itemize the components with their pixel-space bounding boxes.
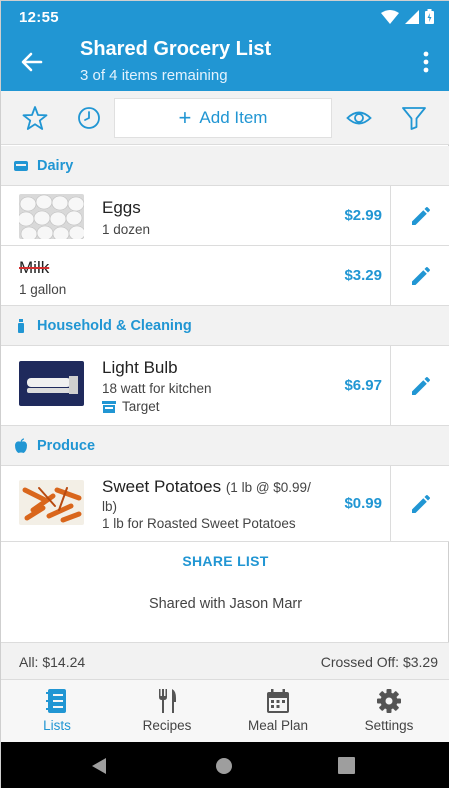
nav-settings[interactable]: Settings [333,680,445,742]
item-unit-price-cont: lb) [102,499,118,514]
shared-with-text: Shared with Jason Marr [148,596,303,612]
category-name: Produce [37,437,96,454]
item-unit-price: (1 lb @ $0.99/ [225,480,311,495]
pencil-icon [411,494,430,513]
item-name: Milk [19,258,50,277]
nav-label: Lists [43,718,71,733]
item-name: Light Bulb [102,358,178,377]
store-name: Target [122,399,160,414]
nav-label: Settings [364,718,414,733]
edit-button[interactable] [390,346,449,425]
category-header-produce[interactable]: Produce [1,426,449,466]
system-back-icon[interactable] [91,757,107,775]
item-note: 1 lb for Roasted Sweet Potatoes [102,516,296,531]
item-name: Eggs [102,198,141,217]
list-toolbar: + Add Item [1,91,449,145]
light-bulb-photo [19,361,84,406]
add-item-button[interactable]: + Add Item [114,98,332,138]
plus-icon: + [178,105,192,130]
item-name-block: Sweet Potatoes (1 lb @ $0.99/ lb) [102,478,327,516]
list-item-eggs[interactable]: Eggs 1 dozen $2.99 [1,186,449,246]
list-item-sweet-potatoes[interactable]: Sweet Potatoes (1 lb @ $0.99/ lb) 1 lb f… [1,466,449,542]
system-nav-bar [1,742,449,788]
item-price: $6.97 [344,377,382,394]
eggs-photo [19,194,84,239]
system-recents-icon[interactable] [338,757,355,774]
star-icon[interactable] [22,105,48,131]
total-crossed-off: Crossed Off: $3.29 [320,654,438,670]
calendar-icon [267,689,289,713]
category-name: Household & Cleaning [37,317,192,334]
gear-icon [377,689,401,713]
nav-lists[interactable]: Lists [1,680,113,742]
edit-button[interactable] [390,246,449,305]
store-icon [102,400,116,413]
battery-icon [425,9,434,24]
edit-button[interactable] [390,186,449,245]
eye-icon[interactable] [346,105,372,131]
status-icons [381,9,434,24]
items-remaining: 3 of 4 items remaining [80,67,228,84]
list-item-light-bulb[interactable]: Light Bulb 18 watt for kitchen Target $6… [1,346,449,426]
page-title: Shared Grocery List [80,38,272,60]
wifi-icon [381,9,399,24]
total-all: All: $14.24 [19,654,86,670]
app-screen: 12:55 Shared Grocery List 3 of 4 items r… [0,0,449,788]
nav-recipes[interactable]: Recipes [111,680,223,742]
list-item-milk[interactable]: Milk 1 gallon $3.29 [1,246,449,306]
nav-meal-plan[interactable]: Meal Plan [222,680,334,742]
more-vert-icon[interactable] [422,49,430,75]
item-price: $2.99 [344,207,382,224]
lists-icon [46,689,66,713]
signal-icon [405,9,419,24]
edit-button[interactable] [390,466,449,541]
item-store: Target [102,399,160,414]
category-header-household[interactable]: Household & Cleaning [1,306,449,346]
apple-icon [15,437,27,453]
filter-icon[interactable] [401,105,427,131]
history-icon[interactable] [76,105,102,131]
system-home-icon[interactable] [215,757,233,775]
nav-label: Meal Plan [247,718,309,733]
item-note: 18 watt for kitchen [102,381,212,396]
item-name: Sweet Potatoes [102,477,222,496]
pencil-icon [411,266,430,285]
nav-label: Recipes [142,718,192,733]
sweet-potatoes-photo [19,480,84,525]
item-quantity: 1 gallon [19,282,67,297]
recipes-icon [159,689,176,713]
category-header-dairy[interactable]: Dairy [1,146,449,186]
status-time: 12:55 [19,9,59,26]
pencil-icon [411,206,430,225]
status-bar: 12:55 [1,1,449,33]
pencil-icon [411,376,430,395]
back-arrow-icon[interactable] [19,49,45,75]
grocery-list: Dairy Eggs 1 dozen $2.99 Milk 1 gallon $… [1,146,449,542]
item-quantity: 1 dozen [102,222,151,237]
cleaning-icon [18,318,24,333]
add-item-label: Add Item [199,108,268,127]
bottom-nav: Lists Recipes Meal Plan Settings [1,680,449,742]
app-bar: Shared Grocery List 3 of 4 items remaini… [1,33,449,91]
share-list-button[interactable]: SHARE LIST [1,553,449,569]
totals-bar: All: $14.24 Crossed Off: $3.29 [1,642,449,680]
item-price: $3.29 [344,267,382,284]
category-name: Dairy [37,157,74,174]
item-price: $0.99 [344,495,382,512]
dairy-icon [14,160,28,171]
